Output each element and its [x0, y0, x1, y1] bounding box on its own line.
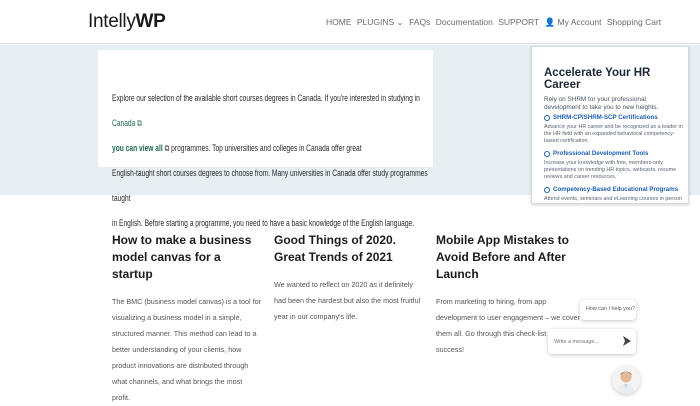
ad-item-heading: Professional Development Tools [553, 150, 649, 157]
ad-item-desc: Advance your HR career and be recognized… [544, 124, 683, 144]
check-circle-icon [544, 115, 550, 121]
nav-documentation[interactable]: Documentation [436, 17, 493, 27]
ad-item-heading: SHRM-CP/SHRM-SCP Certifications [553, 114, 658, 121]
hero-line-1-text: Explore our selection of the available s… [112, 93, 420, 103]
article-card: How to make a business model canvas for … [112, 232, 262, 406]
ad-title: Accelerate Your HR Career [544, 67, 651, 91]
ad-item-programs[interactable]: Competency-Based Educational Programs At… [544, 186, 688, 203]
hr-career-ad[interactable]: Accelerate Your HR Career Rely on SHRM f… [531, 46, 689, 204]
hero-line-2: you can view all ⧉ programmes. Top unive… [112, 136, 430, 161]
article-title[interactable]: Mobile App Mistakes to Avoid Before and … [436, 232, 586, 283]
ad-item-certifications[interactable]: SHRM-CP/SHRM-SCP Certifications Advance … [544, 114, 688, 145]
article-card: Good Things of 2020. Great Trends of 202… [274, 232, 424, 325]
ad-subtitle: Rely on SHRM for your professional devel… [544, 96, 659, 111]
ad-item-desc: Attend events, seminars and eLearning co… [544, 196, 682, 202]
ad-item-desc: Increase your knowledge with free, membe… [544, 160, 677, 180]
hero-line-3: English-taught short courses degrees to … [112, 168, 428, 203]
main-nav: HOME PLUGINS ⌄ FAQs Documentation SUPPOR… [326, 17, 664, 28]
nav-shopping-cart[interactable]: Shopping Cart [607, 17, 661, 27]
site-logo[interactable]: IntellyWP [88, 11, 166, 33]
ad-item-heading: Competency-Based Educational Programs [553, 186, 679, 193]
nav-plugins[interactable]: PLUGINS ⌄ [357, 17, 404, 27]
chat-greeting-bubble: How can I help you? [580, 300, 636, 320]
nav-faqs[interactable]: FAQs [409, 17, 430, 27]
logo-prefix: Intelly [88, 11, 136, 32]
article-title[interactable]: How to make a business model canvas for … [112, 232, 262, 283]
view-courses-link[interactable]: you can view all [112, 143, 165, 153]
check-circle-icon [544, 187, 550, 193]
nav-home[interactable]: HOME [326, 17, 352, 27]
hero-line-1: Explore our selection of the available s… [112, 86, 430, 136]
nav-support[interactable]: SUPPORT [498, 17, 539, 27]
ad-item-tools[interactable]: Professional Development Tools Increase … [544, 150, 688, 181]
hero-line-2-text: ⧉ programmes. Top universities and colle… [164, 143, 362, 153]
check-circle-icon [544, 151, 550, 157]
external-link-icon: ⧉ [135, 118, 142, 128]
nav-my-account[interactable]: 👤 My Account [545, 17, 602, 27]
chat-agent-avatar[interactable] [612, 366, 640, 394]
article-title[interactable]: Good Things of 2020. Great Trends of 202… [274, 232, 424, 266]
canada-link[interactable]: Canada [112, 118, 135, 128]
hero-text: Explore our selection of the available s… [112, 86, 430, 236]
article-body: The BMC (business model canvas) is a too… [112, 297, 262, 402]
site-header: IntellyWP HOME PLUGINS ⌄ FAQs Documentat… [0, 0, 700, 44]
article-body: We wanted to reflect on 2020 as it defin… [274, 280, 421, 321]
send-icon[interactable] [622, 335, 632, 347]
logo-suffix: WP [135, 11, 166, 32]
agent-avatar-icon [612, 366, 640, 394]
